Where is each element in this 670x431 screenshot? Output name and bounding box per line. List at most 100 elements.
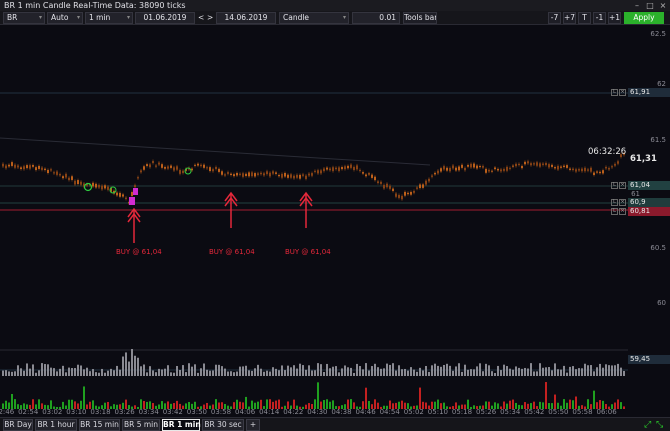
volume-bar	[458, 363, 460, 376]
volume-bar	[470, 369, 472, 376]
volume-bar	[89, 371, 91, 376]
price-tag: 61,04	[628, 181, 670, 190]
next-date-button[interactable]: >	[206, 12, 215, 24]
x-axis-label: 03:42	[162, 408, 183, 416]
x-axis-label: 05:42	[524, 408, 545, 416]
volume-bar	[602, 367, 604, 376]
volume-bar	[551, 370, 553, 376]
volume-bar	[275, 368, 277, 376]
lock-toggle[interactable]: L	[611, 182, 618, 189]
prev-date-button[interactable]: <	[197, 12, 206, 24]
volume-bar	[434, 363, 436, 376]
apply-button[interactable]: Apply	[624, 12, 664, 24]
chart-area[interactable]: 62.5 62 61.5 61 60.5 60 L × 61,91 06:32:…	[0, 25, 670, 417]
volume-bar	[242, 366, 244, 376]
expand-arrows-icon[interactable]: ⤢	[644, 420, 651, 430]
close-icon[interactable]: ×	[619, 182, 626, 189]
volume-bar	[125, 352, 127, 376]
volume-bar	[530, 363, 532, 376]
maximize-icon[interactable]: □	[645, 0, 655, 11]
volume-bar	[590, 365, 592, 376]
volume-bar	[599, 363, 601, 376]
volume-bar	[260, 368, 262, 376]
collapse-arrows-icon[interactable]: ⤡	[656, 420, 663, 430]
plus-1-button[interactable]: +1	[608, 12, 621, 24]
volume-bar	[410, 367, 412, 376]
volume-bar	[449, 365, 451, 376]
volume-bar	[116, 365, 118, 376]
close-icon[interactable]: ×	[658, 0, 668, 11]
volume-bar	[257, 364, 259, 376]
step-input[interactable]: 0.01	[352, 12, 400, 24]
x-axis-label: 04:30	[307, 408, 328, 416]
volume-bar	[347, 367, 349, 376]
volume-bar	[11, 393, 13, 409]
chart-type-select[interactable]: Candle ▾	[279, 12, 349, 24]
volume-bar	[77, 364, 79, 376]
volume-bar	[371, 366, 373, 376]
volume-bar	[563, 365, 565, 376]
volume-bar	[143, 364, 145, 376]
tools-bar-button[interactable]: Tools bar	[403, 12, 437, 24]
volume-bar	[431, 365, 433, 376]
x-axis-label: 02:46	[0, 408, 15, 416]
volume-bar	[122, 356, 124, 376]
volume-bar	[386, 363, 388, 376]
volume-bar	[230, 371, 232, 376]
volume-bar	[461, 371, 463, 376]
chevron-down-icon: ▾	[38, 14, 42, 21]
volume-bar	[248, 370, 250, 376]
date-from-input[interactable]: 01.06.2019	[135, 12, 195, 24]
tab-br-5-min[interactable]: BR 5 min	[122, 419, 160, 431]
volume-bar	[239, 366, 241, 376]
volume-bar	[473, 405, 475, 409]
minimize-icon[interactable]: –	[632, 0, 642, 11]
volume-bar	[446, 363, 448, 376]
add-tab-button[interactable]: +	[246, 419, 260, 431]
minus-1-button[interactable]: -1	[593, 12, 606, 24]
symbol-select[interactable]: BR ▾	[3, 12, 45, 24]
minus-7-button[interactable]: -7	[548, 12, 561, 24]
plus-7-button[interactable]: +7	[563, 12, 576, 24]
tab-br-30-sec[interactable]: BR 30 sec	[202, 419, 244, 431]
tab-br-day[interactable]: BR Day	[3, 419, 33, 431]
volume-bar	[554, 363, 556, 376]
volume-bar	[593, 371, 595, 376]
volume-bar	[491, 371, 493, 376]
volume-bar	[617, 363, 619, 376]
volume-tag: 59,45	[628, 355, 670, 364]
date-to-input[interactable]: 14.06.2019	[216, 12, 276, 24]
volume-bar	[503, 364, 505, 376]
tab-br-1-min[interactable]: BR 1 min	[162, 419, 201, 431]
volume-bar	[152, 370, 154, 376]
mode-select[interactable]: Auto ▾	[47, 12, 83, 24]
close-icon[interactable]: ×	[619, 89, 626, 96]
volume-bar	[368, 370, 370, 376]
x-axis-label: 04:46	[355, 408, 376, 416]
tab-br-1-hour[interactable]: BR 1 hour	[35, 419, 77, 431]
lock-toggle[interactable]: L	[611, 208, 618, 215]
x-axis-label: 03:58	[210, 408, 232, 416]
volume-bar	[608, 365, 610, 376]
tab-br-15-min[interactable]: BR 15 min	[79, 419, 120, 431]
volume-bar	[281, 365, 283, 376]
x-axis-label: 05:02	[403, 408, 424, 416]
volume-bar	[527, 368, 529, 376]
close-icon[interactable]: ×	[619, 199, 626, 206]
volume-bar	[164, 368, 166, 376]
volume-bar	[119, 369, 121, 376]
volume-bar	[224, 368, 226, 376]
buy-arrow	[127, 207, 141, 243]
interval-select[interactable]: 1 min ▾	[85, 12, 133, 24]
t-button[interactable]: T	[578, 12, 591, 24]
bar-countdown: 06:32:26	[588, 147, 627, 157]
lock-toggle[interactable]: L	[611, 89, 618, 96]
close-icon[interactable]: ×	[619, 208, 626, 215]
volume-bar	[425, 365, 427, 376]
lock-toggle[interactable]: L	[611, 199, 618, 206]
volume-bar	[314, 370, 316, 376]
volume-bar	[518, 367, 520, 376]
volume-bar	[101, 368, 103, 376]
volume-bar	[380, 368, 382, 376]
volume-bar	[83, 369, 85, 376]
